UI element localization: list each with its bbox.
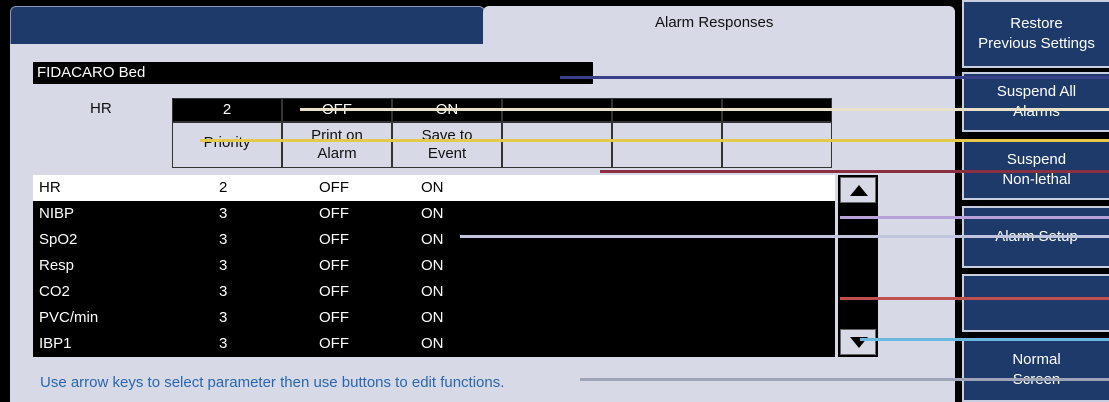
list-item[interactable]: PVC/min 3 OFF ON bbox=[33, 305, 835, 331]
suspend-all-alarms-button[interactable]: Suspend All Alarms bbox=[962, 72, 1109, 132]
empty-header-cell bbox=[612, 122, 722, 168]
param-name: Resp bbox=[39, 257, 75, 274]
param-save: ON bbox=[421, 231, 444, 248]
empty-header-cell bbox=[502, 122, 612, 168]
param-save: ON bbox=[421, 335, 444, 352]
triangle-up-icon bbox=[850, 185, 868, 196]
scan-line-artifact bbox=[460, 235, 1109, 238]
param-name: SpO2 bbox=[39, 231, 78, 248]
param-print: OFF bbox=[319, 205, 349, 222]
normal-screen-button[interactable]: Normal Screen bbox=[962, 338, 1109, 402]
scan-line-artifact bbox=[300, 108, 1109, 111]
scan-line-artifact bbox=[560, 76, 1109, 79]
param-name: NIBP bbox=[39, 205, 75, 222]
param-name: IBP1 bbox=[39, 335, 72, 352]
button-label-line1: Suspend All bbox=[996, 83, 1077, 100]
scan-line-artifact bbox=[600, 170, 1109, 173]
selected-parameter-label: HR bbox=[90, 100, 112, 117]
bed-title-bar: FIDACARO Bed bbox=[33, 62, 593, 84]
param-print: OFF bbox=[319, 179, 349, 196]
list-item[interactable]: NIBP 3 OFF ON bbox=[33, 201, 835, 227]
param-name: PVC/min bbox=[39, 309, 99, 326]
list-item[interactable]: IBP1 3 OFF ON bbox=[33, 331, 835, 357]
scroll-down-button[interactable] bbox=[840, 329, 876, 355]
print-on-alarm-header-line2: Alarm bbox=[317, 145, 357, 162]
list-item[interactable]: Resp 3 OFF ON bbox=[33, 253, 835, 279]
print-on-alarm-header-line1: Print on bbox=[311, 127, 363, 144]
param-priority: 3 bbox=[219, 283, 228, 300]
param-priority: 3 bbox=[219, 335, 228, 352]
instruction-hint: Use arrow keys to select parameter then … bbox=[40, 374, 505, 391]
scan-line-artifact bbox=[200, 139, 1109, 142]
param-priority: 3 bbox=[219, 257, 228, 274]
param-save: ON bbox=[421, 179, 444, 196]
list-item[interactable]: HR 2 OFF ON bbox=[33, 175, 835, 201]
param-priority: 3 bbox=[219, 309, 228, 326]
scan-line-artifact bbox=[580, 378, 1109, 381]
scan-line-artifact bbox=[840, 216, 1109, 219]
param-save: ON bbox=[421, 309, 444, 326]
restore-previous-settings-button[interactable]: Restore Previous Settings bbox=[962, 0, 1109, 68]
param-print: OFF bbox=[319, 283, 349, 300]
blank-softkey-button[interactable] bbox=[962, 274, 1109, 332]
tab-alarm-responses[interactable]: Alarm Responses bbox=[483, 6, 955, 46]
bed-name: FIDACARO Bed bbox=[37, 64, 146, 81]
list-item[interactable]: CO2 3 OFF ON bbox=[33, 279, 835, 305]
priority-button[interactable]: Priority bbox=[172, 122, 282, 168]
param-print: OFF bbox=[319, 257, 349, 274]
empty-header-cell bbox=[722, 122, 832, 168]
save-to-event-header-line2: Event bbox=[427, 145, 467, 162]
param-priority: 3 bbox=[219, 231, 228, 248]
scroll-up-button[interactable] bbox=[840, 177, 876, 203]
button-label-line1: Suspend bbox=[1006, 151, 1067, 168]
scan-line-artifact bbox=[860, 338, 1109, 341]
save-to-event-header-line1: Save to bbox=[421, 127, 473, 144]
button-label-line1: Restore bbox=[1010, 15, 1063, 32]
param-print: OFF bbox=[319, 231, 349, 248]
print-on-alarm-button[interactable]: Print on Alarm bbox=[282, 122, 392, 168]
priority-value-cell[interactable]: 2 bbox=[172, 98, 282, 122]
list-item[interactable]: SpO2 3 OFF ON bbox=[33, 227, 835, 253]
inactive-tab-area bbox=[10, 6, 485, 44]
parameter-list[interactable]: HR 2 OFF ON NIBP 3 OFF ON SpO2 3 OFF ON … bbox=[33, 175, 835, 357]
save-to-event-button[interactable]: Save to Event bbox=[392, 122, 502, 168]
button-label-line1: Normal bbox=[1012, 351, 1061, 368]
param-priority: 3 bbox=[219, 205, 228, 222]
param-save: ON bbox=[421, 205, 444, 222]
param-print: OFF bbox=[319, 335, 349, 352]
param-name: HR bbox=[39, 179, 61, 196]
button-label-line2: Previous Settings bbox=[978, 35, 1095, 52]
param-save: ON bbox=[421, 283, 444, 300]
priority-header: Priority bbox=[203, 134, 251, 151]
list-scrollbar[interactable] bbox=[838, 175, 878, 357]
button-label-line2: Non-lethal bbox=[1002, 171, 1071, 188]
param-print: OFF bbox=[319, 309, 349, 326]
monitor-screen: Alarm Responses FIDACARO Bed HR 2 OFF ON… bbox=[0, 0, 1109, 402]
priority-value: 2 bbox=[222, 101, 232, 118]
param-priority: 2 bbox=[219, 179, 228, 196]
param-save: ON bbox=[421, 257, 444, 274]
button-label-line2: Alarms bbox=[1013, 103, 1060, 120]
tab-title: Alarm Responses bbox=[655, 14, 774, 31]
param-name: CO2 bbox=[39, 283, 70, 300]
scan-line-artifact bbox=[840, 297, 1109, 300]
